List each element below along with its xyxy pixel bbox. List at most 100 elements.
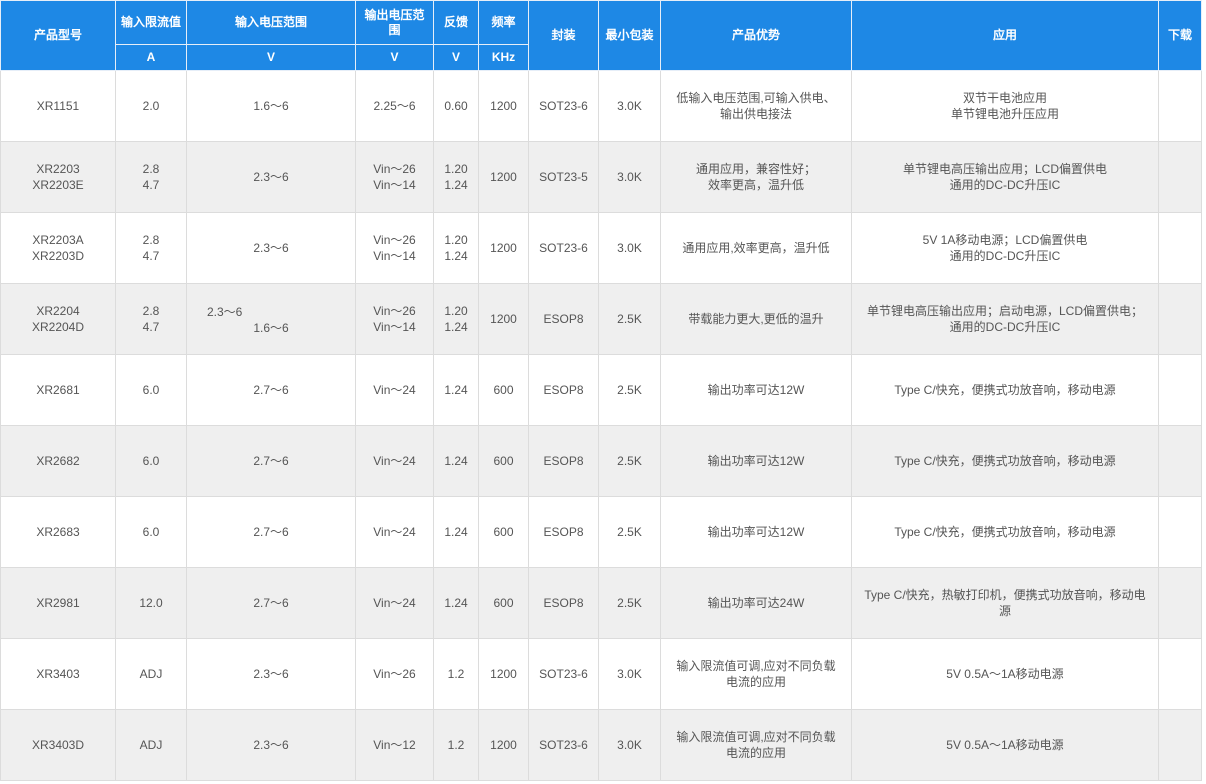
header-download-label: 下载 xyxy=(1167,28,1192,42)
table-row: XR2682 6.0 2.7～6 Vin～24 1.24 600 ESOP8 2… xyxy=(0,425,1202,497)
header-vin-unit: V xyxy=(186,44,356,71)
cell-download[interactable] xyxy=(1158,496,1202,568)
cell-model: XR2681 xyxy=(0,354,116,426)
header-application: 应用 xyxy=(851,0,1159,71)
cell-vout: 2.25～6 xyxy=(355,70,434,142)
table-row: XR3403D ADJ 2.3～6 Vin～12 1.2 1200 SOT23-… xyxy=(0,709,1202,781)
cell-frequency: 1200 xyxy=(478,212,529,284)
cell-package: ESOP8 xyxy=(528,354,599,426)
table-row: XR2681 6.0 2.7～6 Vin～24 1.24 600 ESOP8 2… xyxy=(0,354,1202,426)
cell-advantage: 输入限流值可调,应对不同负载电流的应用 xyxy=(660,709,852,781)
cell-model: XR2204 XR2204D xyxy=(0,283,116,355)
header-frequency: 频率 xyxy=(478,0,529,45)
cell-model: XR2682 xyxy=(0,425,116,497)
header-model: 产品型号 xyxy=(0,0,116,71)
cell-feedback: 1.2 xyxy=(433,638,479,710)
cell-download[interactable] xyxy=(1158,212,1202,284)
cell-frequency: 1200 xyxy=(478,709,529,781)
cell-vin-secondary: 1.6～6 xyxy=(253,321,289,335)
table-body: XR1151 2.0 1.6～6 2.25～6 0.60 1200 SOT23-… xyxy=(0,70,1202,781)
cell-application: 5V 0.5A～1A移动电源 xyxy=(851,709,1159,781)
cell-frequency: 1200 xyxy=(478,70,529,142)
header-frequency-unit: KHz xyxy=(478,44,529,71)
cell-vin: 2.7～6 xyxy=(186,496,356,568)
table-row: XR2981 12.0 2.7～6 Vin～24 1.24 600 ESOP8 … xyxy=(0,567,1202,639)
cell-vin: 2.7～6 xyxy=(186,425,356,497)
cell-package: ESOP8 xyxy=(528,567,599,639)
cell-feedback: 1.20 1.24 xyxy=(433,141,479,213)
cell-model: XR1151 xyxy=(0,70,116,142)
cell-model: XR2981 xyxy=(0,567,116,639)
cell-current: ADJ xyxy=(115,638,187,710)
cell-frequency: 600 xyxy=(478,425,529,497)
cell-download[interactable] xyxy=(1158,638,1202,710)
table-header: 产品型号 输入限流值 输入电压范围 输出电压范围 反馈 频率 封装 最小包装 产… xyxy=(0,0,1202,71)
cell-min-pack: 3.0K xyxy=(598,709,661,781)
cell-application: Type C/快充，便携式功放音响，移动电源 xyxy=(851,354,1159,426)
cell-current: 6.0 xyxy=(115,496,187,568)
table-row: XR1151 2.0 1.6～6 2.25～6 0.60 1200 SOT23-… xyxy=(0,70,1202,142)
cell-application: Type C/快充，热敏打印机，便携式功放音响，移动电源 xyxy=(851,567,1159,639)
cell-vout: Vin～24 xyxy=(355,567,434,639)
product-spec-table: 产品型号 输入限流值 输入电压范围 输出电压范围 反馈 频率 封装 最小包装 产… xyxy=(0,0,1202,781)
cell-package: SOT23-5 xyxy=(528,141,599,213)
cell-current: 6.0 xyxy=(115,425,187,497)
cell-min-pack: 2.5K xyxy=(598,283,661,355)
cell-vout: Vin～26 xyxy=(355,638,434,710)
cell-vout: Vin～26 Vin～14 xyxy=(355,212,434,284)
header-vout-range: 输出电压范围 xyxy=(355,0,434,45)
cell-current: 2.8 4.7 xyxy=(115,212,187,284)
header-vout-unit: V xyxy=(355,44,434,71)
cell-download[interactable] xyxy=(1158,709,1202,781)
cell-download[interactable] xyxy=(1158,425,1202,497)
cell-model: XR2203A XR2203D xyxy=(0,212,116,284)
header-package: 封装 xyxy=(528,0,599,71)
header-download: 下载 xyxy=(1158,0,1202,71)
cell-vin: 2.7～6 xyxy=(186,567,356,639)
cell-frequency: 1200 xyxy=(478,638,529,710)
cell-download[interactable] xyxy=(1158,70,1202,142)
cell-frequency: 1200 xyxy=(478,283,529,355)
cell-min-pack: 2.5K xyxy=(598,425,661,497)
cell-download[interactable] xyxy=(1158,141,1202,213)
cell-min-pack: 2.5K xyxy=(598,496,661,568)
cell-package: ESOP8 xyxy=(528,283,599,355)
cell-advantage: 输入限流值可调,应对不同负载电流的应用 xyxy=(660,638,852,710)
cell-model: XR2203 XR2203E xyxy=(0,141,116,213)
cell-current: ADJ xyxy=(115,709,187,781)
cell-application: Type C/快充，便携式功放音响，移动电源 xyxy=(851,496,1159,568)
cell-current: 2.8 4.7 xyxy=(115,283,187,355)
cell-feedback: 1.20 1.24 xyxy=(433,283,479,355)
cell-vout: Vin～26 Vin～14 xyxy=(355,141,434,213)
cell-vout: Vin～24 xyxy=(355,354,434,426)
cell-model: XR3403 xyxy=(0,638,116,710)
cell-feedback: 1.24 xyxy=(433,567,479,639)
header-feedback: 反馈 xyxy=(433,0,479,45)
table-row: XR2203A XR2203D 2.8 4.7 2.3～6 Vin～26 Vin～14… xyxy=(0,212,1202,284)
cell-advantage: 输出功率可达12W xyxy=(660,496,852,568)
cell-current: 6.0 xyxy=(115,354,187,426)
cell-package: SOT23-6 xyxy=(528,70,599,142)
cell-advantage: 通用应用,效率更高，温升低 xyxy=(660,212,852,284)
cell-frequency: 1200 xyxy=(478,141,529,213)
cell-download[interactable] xyxy=(1158,567,1202,639)
cell-application: 5V 1A移动电源；LCD偏置供电 通用的DC-DC升压IC xyxy=(851,212,1159,284)
cell-min-pack: 3.0K xyxy=(598,70,661,142)
cell-current: 2.0 xyxy=(115,70,187,142)
cell-vout: Vin～26 Vin～14 xyxy=(355,283,434,355)
cell-vin: 1.6～6 xyxy=(186,70,356,142)
header-min-pack: 最小包装 xyxy=(598,0,661,71)
cell-feedback: 1.20 1.24 xyxy=(433,212,479,284)
cell-advantage: 通用应用，兼容性好； 效率更高，温升低 xyxy=(660,141,852,213)
table-row: XR3403 ADJ 2.3～6 Vin～26 1.2 1200 SOT23-6… xyxy=(0,638,1202,710)
cell-min-pack: 2.5K xyxy=(598,567,661,639)
cell-vin: 2.3～6 1.6～6 xyxy=(186,283,356,355)
cell-advantage: 输出功率可达12W xyxy=(660,425,852,497)
cell-download[interactable] xyxy=(1158,354,1202,426)
cell-frequency: 600 xyxy=(478,496,529,568)
cell-download[interactable] xyxy=(1158,283,1202,355)
header-current-limit: 输入限流值 xyxy=(115,0,187,45)
cell-package: SOT23-6 xyxy=(528,638,599,710)
cell-current: 2.8 4.7 xyxy=(115,141,187,213)
cell-min-pack: 3.0K xyxy=(598,638,661,710)
